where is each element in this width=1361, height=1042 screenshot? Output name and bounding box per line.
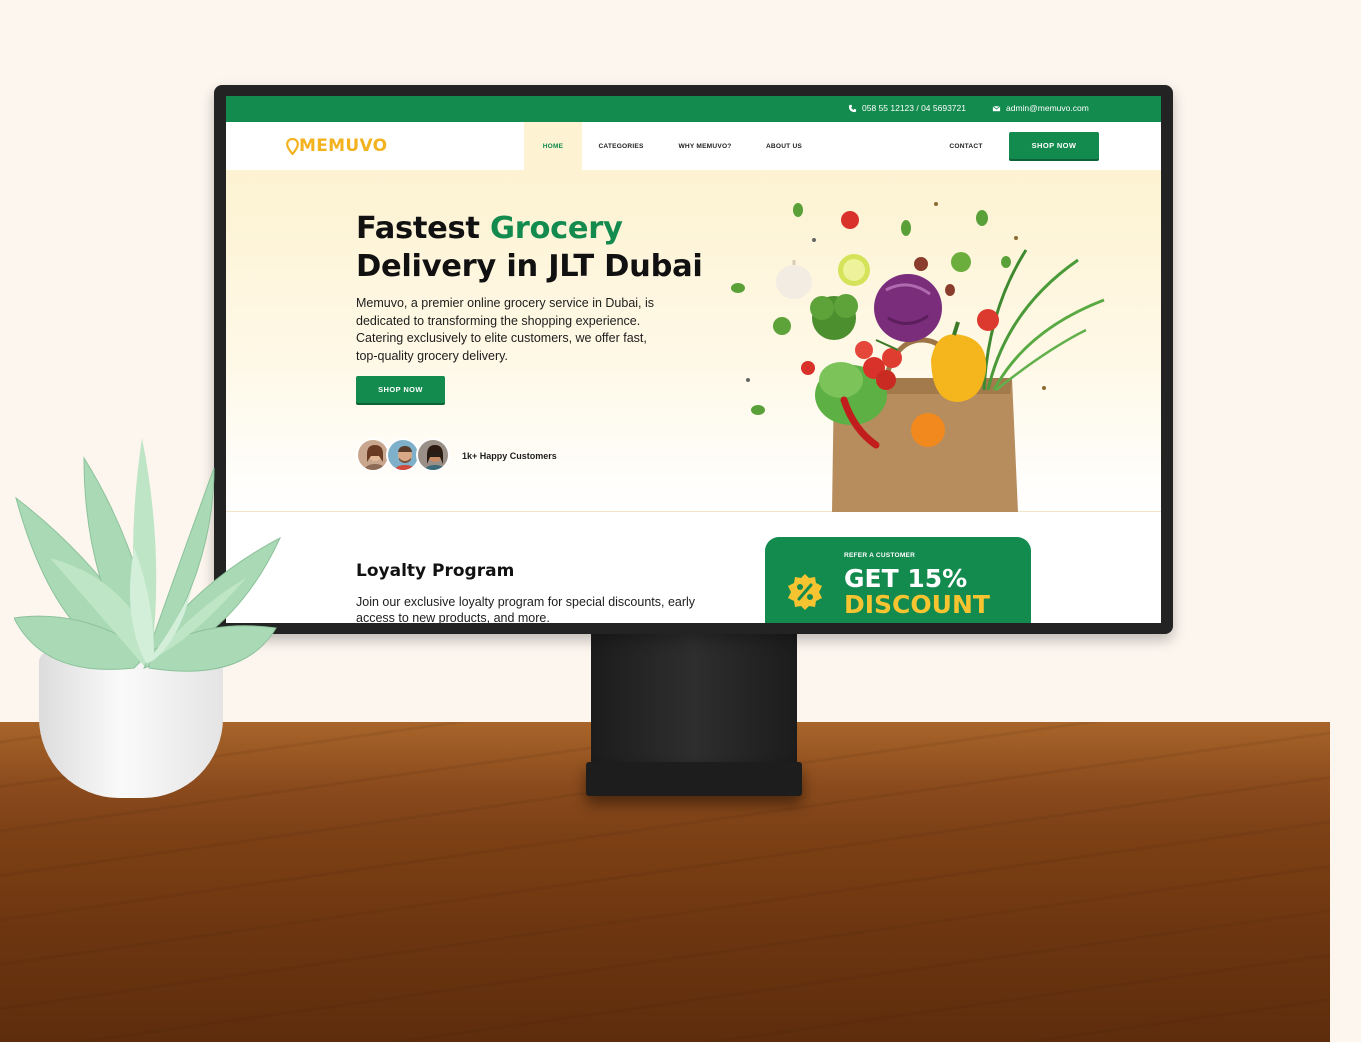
phone-text: 058 55 12123 / 04 5693721: [862, 103, 966, 113]
phone-icon: [848, 104, 857, 112]
location-pin-icon: [286, 137, 299, 155]
hero-section: Fastest Grocery Delivery in JLT Dubai Me…: [226, 170, 1161, 512]
nav-shop-now-button[interactable]: SHOP NOW: [1009, 132, 1099, 159]
main-navbar: MEMUVO HOME CATEGORIES WHY MEMUVO? ABOUT…: [226, 122, 1161, 170]
phone-contact[interactable]: 058 55 12123 / 04 5693721: [848, 103, 966, 113]
loyalty-description: Join our exclusive loyalty program for s…: [356, 595, 696, 623]
grocery-bag-illustration: [731, 202, 1105, 512]
contact-topbar: 058 55 12123 / 04 5693721 admin@memuvo.c…: [226, 96, 1161, 122]
nav-categories[interactable]: CATEGORIES: [588, 122, 654, 170]
mail-icon: [992, 105, 1001, 111]
hero-title: Fastest Grocery Delivery in JLT Dubai: [356, 210, 703, 286]
nav-contact[interactable]: CONTACT: [938, 122, 994, 170]
discount-badge-icon: [788, 574, 822, 610]
hero-description: Memuvo, a premier online grocery service…: [356, 296, 655, 363]
monitor-screen: 058 55 12123 / 04 5693721 admin@memuvo.c…: [226, 96, 1161, 623]
nav-home[interactable]: HOME: [524, 122, 582, 170]
nav-why-memuvo[interactable]: WHY MEMUVO?: [670, 122, 740, 170]
loyalty-title: Loyalty Program: [356, 561, 515, 581]
hero-title-part1: Fastest: [356, 211, 491, 246]
monitor-stand-neck: [591, 630, 797, 772]
email-text: admin@memuvo.com: [1006, 103, 1089, 113]
hero-title-line2: Delivery in JLT Dubai: [356, 249, 703, 284]
email-contact[interactable]: admin@memuvo.com: [992, 103, 1089, 113]
happy-customers-label: 1k+ Happy Customers: [462, 451, 557, 461]
promo-line1: GET 15%: [844, 564, 968, 593]
hero-shop-now-button[interactable]: SHOP NOW: [356, 376, 445, 403]
logo-text: MEMUVO: [299, 136, 388, 156]
avatar: [416, 438, 450, 472]
nav-about-us[interactable]: ABOUT US: [756, 122, 812, 170]
avatar: [356, 438, 390, 472]
customer-avatars: [356, 438, 450, 472]
monitor-stand-base: [586, 762, 802, 796]
referral-promo-card[interactable]: REFER A CUSTOMER GET 15% DISCOUNT: [765, 537, 1031, 623]
site-logo[interactable]: MEMUVO: [286, 136, 387, 156]
promo-line2: DISCOUNT: [844, 590, 990, 619]
succulent-plant: [14, 438, 282, 672]
promo-kicker: REFER A CUSTOMER: [844, 552, 916, 559]
hero-title-highlight: Grocery: [490, 211, 623, 246]
avatar: [386, 438, 420, 472]
